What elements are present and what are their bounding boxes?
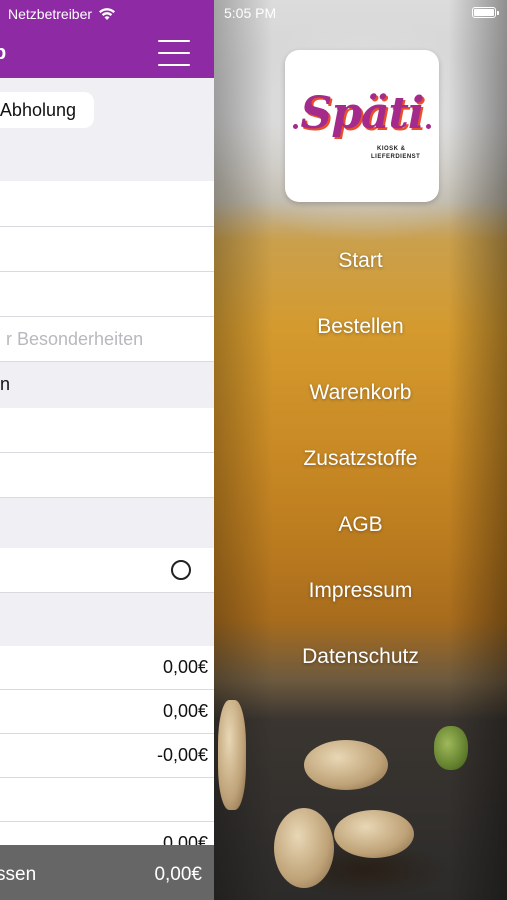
menu-item-impressum[interactable]: Impressum — [214, 568, 507, 634]
carrier-name: Netzbetreiber — [8, 6, 93, 22]
menu-item-datenschutz[interactable]: Datenschutz — [214, 634, 507, 700]
logo-tagline: KIOSK & LIEFERDIENST — [371, 146, 421, 160]
menu-item-zusatzstoffe[interactable]: Zusatzstoffe — [214, 436, 507, 502]
form-field[interactable] — [0, 272, 214, 317]
logo-wordmark: Späti — [300, 88, 424, 139]
menu-icon[interactable] — [158, 40, 190, 66]
form-field[interactable] — [0, 181, 214, 227]
price-value: 0,00€ — [162, 701, 208, 721]
pistachio-decoration — [274, 808, 334, 888]
status-bar-left: Netzbetreiber — [0, 0, 214, 28]
payment-option-row[interactable] — [0, 548, 214, 593]
section-header: n — [0, 362, 214, 408]
price-value: 0,00€ — [162, 657, 208, 677]
logo-dot — [426, 124, 431, 129]
section-label: n — [0, 374, 11, 394]
price-value: -0,00€ — [156, 745, 208, 765]
radio-button[interactable] — [171, 560, 191, 580]
price-row — [0, 778, 214, 822]
cart-screen: Netzbetreiber b Abholung r Besonderheite… — [0, 0, 214, 900]
status-time: 5:05 PM — [224, 5, 277, 21]
notes-placeholder: r Besonderheiten — [6, 329, 144, 349]
battery-icon — [472, 7, 499, 18]
menu-item-warenkorb[interactable]: Warenkorb — [214, 370, 507, 436]
menu-list: Start Bestellen Warenkorb Zusatzstoffe A… — [214, 238, 507, 700]
menu-item-start[interactable]: Start — [214, 238, 507, 304]
menu-item-agb[interactable]: AGB — [214, 502, 507, 568]
checkout-bar[interactable]: ssen 0,00€ — [0, 845, 214, 900]
form-field[interactable] — [0, 227, 214, 272]
form-field[interactable] — [0, 453, 214, 498]
chip-decoration — [218, 700, 246, 810]
price-row: -0,00€ — [0, 734, 214, 778]
checkout-total: 0,00€ — [154, 864, 202, 885]
pistachio-decoration — [434, 726, 468, 770]
side-menu: 5:05 PM Späti KIOSK & LIEFERDIENST Start… — [214, 0, 507, 900]
brand-logo: Späti KIOSK & LIEFERDIENST — [285, 50, 439, 202]
menu-item-bestellen[interactable]: Bestellen — [214, 304, 507, 370]
pistachio-decoration — [304, 740, 388, 790]
price-row: 0,00€ — [0, 646, 214, 690]
wifi-icon — [99, 8, 116, 20]
pickup-option-button[interactable]: Abholung — [0, 92, 94, 128]
pickup-label: Abholung — [0, 99, 76, 120]
nav-bar: b — [0, 28, 214, 78]
page-title: b — [0, 42, 7, 64]
price-row: 0,00€ — [0, 690, 214, 734]
notes-field[interactable]: r Besonderheiten — [0, 317, 214, 362]
form-field[interactable] — [0, 408, 214, 453]
checkout-label: ssen — [0, 864, 37, 885]
pistachio-decoration — [334, 810, 414, 858]
